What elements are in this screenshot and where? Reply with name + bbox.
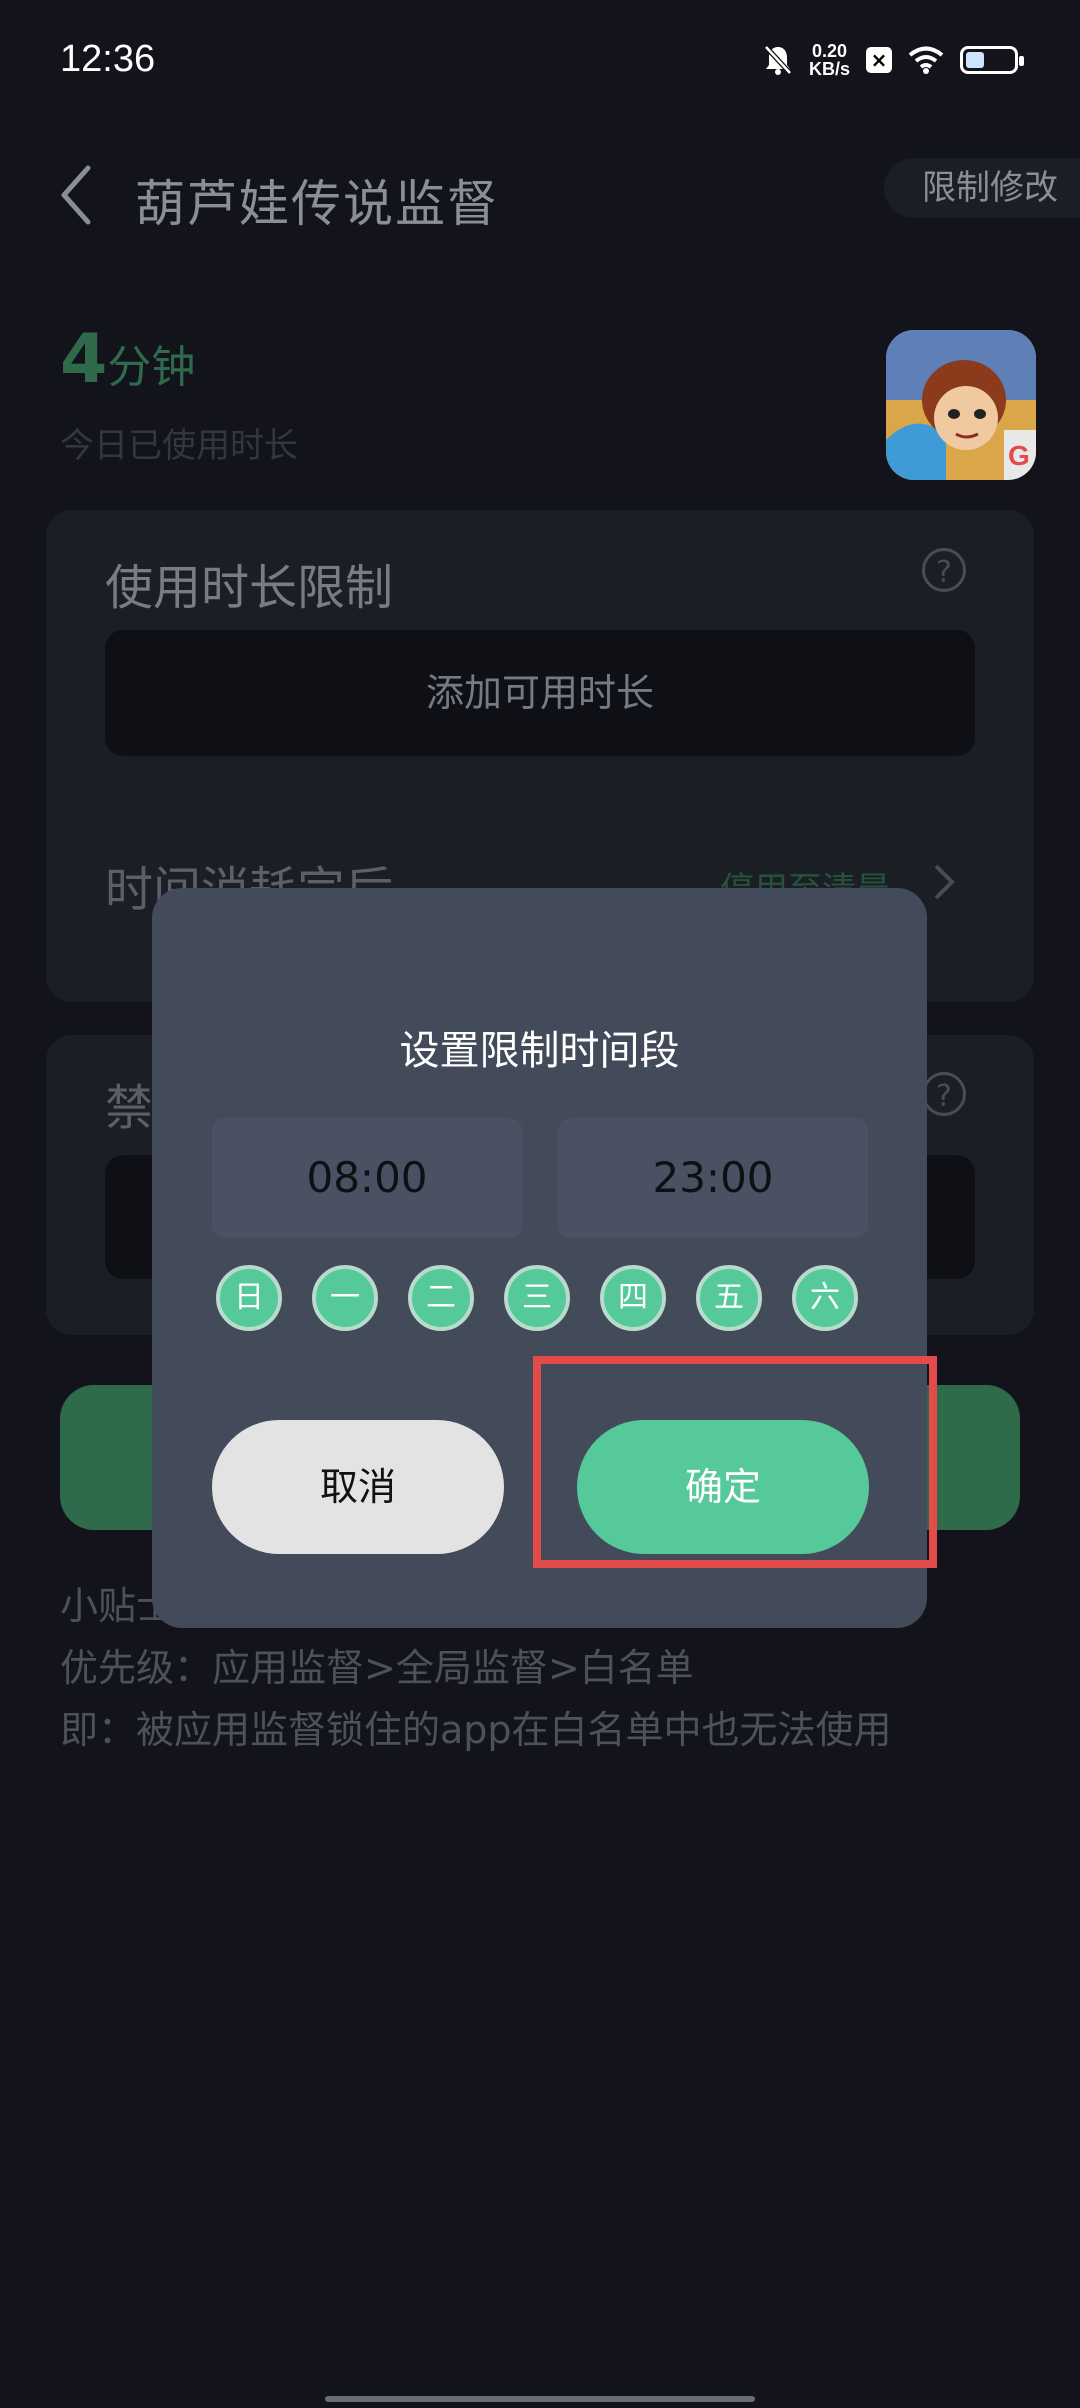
usage-number: 4 [60,320,108,399]
day-toggle-wed[interactable]: 三 [504,1265,570,1331]
cancel-button[interactable]: 取消 [212,1420,504,1554]
chevron-right-icon [934,864,955,900]
sim-off-icon: × [866,47,892,73]
day-toggle-tue[interactable]: 二 [408,1265,474,1331]
battery-level [966,52,984,68]
end-time-picker[interactable]: 23:00 [558,1118,868,1238]
highlight-box [533,1356,937,1568]
app-icon: G [886,330,1036,480]
home-indicator[interactable] [325,2396,755,2402]
svg-text:G: G [1008,440,1030,471]
bell-off-icon [764,45,792,75]
net-speed-unit: KB/s [808,59,850,79]
status-time: 12:36 [60,38,156,80]
battery-icon [960,46,1024,74]
day-toggle-thu[interactable]: 四 [600,1265,666,1331]
day-toggle-sat[interactable]: 六 [792,1265,858,1331]
status-icons: 0.20 KB/s × [763,42,1024,78]
day-toggle-sun[interactable]: 日 [216,1265,282,1331]
day-toggle-fri[interactable]: 五 [696,1265,762,1331]
day-toggle-mon[interactable]: 一 [312,1265,378,1331]
wifi-icon [908,46,944,74]
start-time-picker[interactable]: 08:00 [212,1118,522,1238]
dialog-title: 设置限制时间段 [399,1028,680,1074]
net-speed-value: 0.20 [811,41,848,61]
back-arrow-icon[interactable] [52,160,102,230]
usage-label: 今日已使用时长 [60,426,298,466]
forbid-period-title: 禁 [105,1080,154,1136]
time-limit-title: 使用时长限制 [105,560,394,616]
usage-unit: 分钟 [107,342,196,393]
add-time-button[interactable]: 添加可用时长 [105,630,975,756]
tips-line-2: 优先级：应用监督>全局监督>白名单 [60,1646,694,1690]
network-speed: 0.20 KB/s [809,42,850,78]
usage-value: 4分钟 [60,320,195,408]
page-title: 葫芦娃传说监督 [135,175,499,233]
help-icon[interactable]: ? [922,548,966,592]
tips-line-3: 即：被应用监督锁住的app在白名单中也无法使用 [60,1708,892,1752]
help-icon-2[interactable]: ? [922,1072,966,1116]
limit-edit-button[interactable]: 限制修改 [884,158,1080,218]
